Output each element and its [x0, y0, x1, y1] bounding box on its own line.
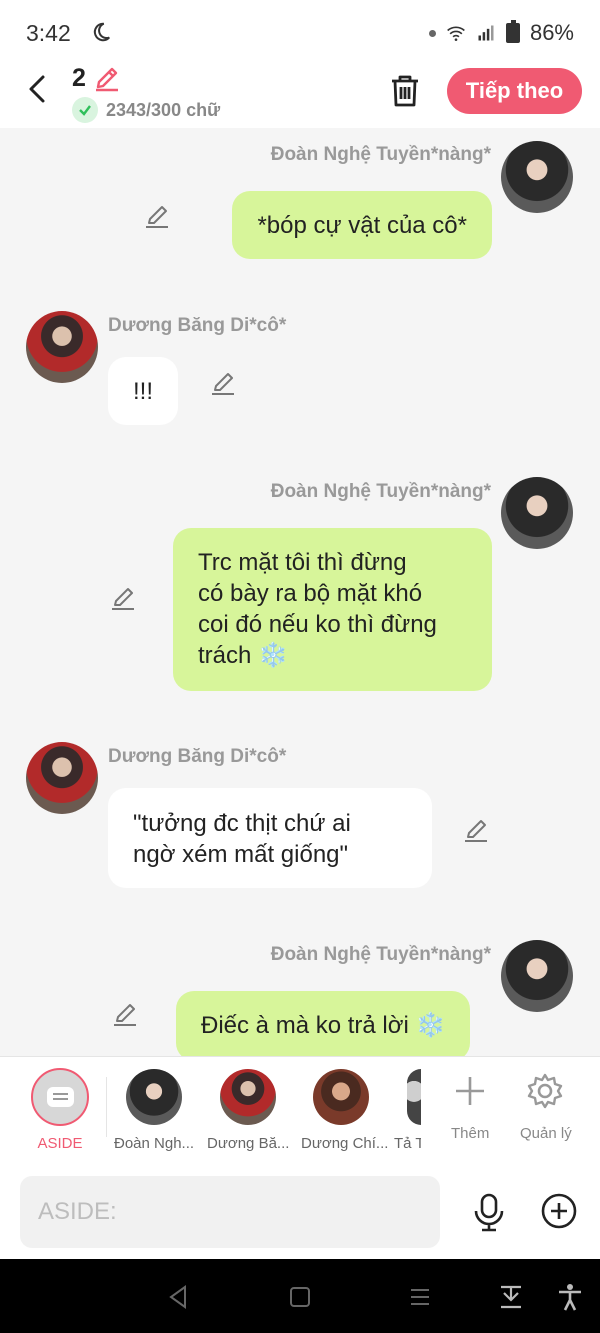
- avatar[interactable]: [501, 940, 573, 1012]
- add-circle-icon[interactable]: [540, 1192, 578, 1230]
- message-bubble[interactable]: !!!: [108, 357, 179, 425]
- input-bar: [0, 1164, 600, 1259]
- edit-title-icon[interactable]: [93, 64, 121, 92]
- add-label: Thêm: [451, 1125, 490, 1142]
- character-bar: ASIDE Đoàn Ngh... Dương Bă... Dương Chí.…: [0, 1056, 600, 1164]
- top-bar: 2 2343/300 chữ Tiếp theo: [0, 64, 600, 128]
- message-input[interactable]: [20, 1176, 440, 1248]
- aside-button[interactable]: [31, 1068, 89, 1126]
- message-bubble[interactable]: *bóp cự vật của cô*: [232, 191, 492, 259]
- nav-back-icon[interactable]: [165, 1283, 193, 1311]
- sender-name: Đoàn Nghệ Tuyền*nàng*: [270, 944, 491, 965]
- word-count-text: 2343/300 chữ: [106, 99, 221, 120]
- plus-icon[interactable]: [450, 1071, 490, 1111]
- divider: [106, 1077, 107, 1137]
- next-button[interactable]: Tiếp theo: [447, 68, 582, 114]
- notification-dot-icon: [428, 29, 436, 37]
- battery-percent: 86%: [529, 20, 574, 45]
- sender-name: Dương Băng Di*cô*: [108, 746, 287, 767]
- signal-icon: [478, 25, 494, 41]
- trash-icon[interactable]: [386, 72, 424, 110]
- character-avatar[interactable]: [220, 1069, 276, 1125]
- character-avatar[interactable]: [407, 1069, 421, 1125]
- character-avatar[interactable]: [126, 1069, 182, 1125]
- avatar[interactable]: [26, 311, 98, 383]
- gear-icon[interactable]: [525, 1071, 565, 1111]
- battery-icon: [505, 20, 520, 43]
- system-nav-bar: [0, 1259, 600, 1333]
- avatar[interactable]: [501, 477, 573, 549]
- status-time: 3:42: [26, 20, 71, 46]
- manage-label: Quản lý: [520, 1125, 572, 1142]
- sender-name: Đoàn Nghệ Tuyền*nàng*: [270, 481, 491, 502]
- message-bubble[interactable]: Điếc à mà ko trả lời ❄️: [176, 991, 471, 1056]
- character-avatar[interactable]: [313, 1069, 369, 1125]
- check-icon: [72, 97, 98, 123]
- avatar[interactable]: [26, 742, 98, 814]
- wifi-icon: [447, 26, 465, 41]
- status-bar: 3:42 86%: [0, 0, 600, 64]
- accessibility-icon[interactable]: [556, 1283, 584, 1311]
- nav-collapse-icon[interactable]: [497, 1283, 525, 1311]
- chat-area: Đoàn Nghệ Tuyền*nàng* *bóp cự vật của cô…: [0, 128, 600, 1056]
- message-text: *bóp cự vật của cô*: [257, 211, 467, 239]
- message-bubble[interactable]: Trc mặt tôi thì đừng có bày ra bộ mặt kh…: [173, 528, 492, 691]
- moon-icon: [93, 22, 110, 42]
- sender-name: Đoàn Nghệ Tuyền*nàng*: [270, 144, 491, 165]
- microphone-icon[interactable]: [472, 1192, 506, 1232]
- message-line: Trc mặt tôi thì đừng: [198, 549, 407, 576]
- character-label: Dương Chí...: [301, 1135, 389, 1152]
- nav-recents-icon[interactable]: [406, 1283, 434, 1311]
- edit-icon[interactable]: [144, 202, 172, 230]
- message-line: coi đó nếu ko thì đừng: [198, 611, 437, 638]
- message-line: "tưởng đc thịt chứ ai: [133, 810, 351, 837]
- avatar[interactable]: [501, 141, 573, 213]
- edit-icon[interactable]: [463, 816, 491, 844]
- sender-name: Dương Băng Di*cô*: [108, 315, 287, 336]
- nav-home-icon[interactable]: [286, 1283, 314, 1311]
- message-text: Điếc à mà ko trả lời ❄️: [201, 1012, 446, 1039]
- message-text: !!!: [133, 377, 154, 405]
- message-line: ngờ xém mất giống": [133, 841, 349, 868]
- chevron-left-icon: [29, 75, 45, 103]
- message-line: trách ❄️: [198, 642, 288, 669]
- chat-bubble-icon: [46, 1087, 74, 1107]
- character-label: Tả T: [394, 1135, 421, 1152]
- message-line: có bày ra bộ mặt khó: [198, 580, 423, 607]
- edit-icon[interactable]: [110, 584, 138, 612]
- scene-count: 2: [72, 64, 86, 92]
- word-counter: 2343/300 chữ: [72, 97, 220, 123]
- status-icons: 86%: [428, 20, 574, 46]
- character-label: Đoàn Ngh...: [114, 1135, 195, 1152]
- back-button[interactable]: [20, 72, 54, 106]
- edit-icon[interactable]: [112, 1000, 140, 1028]
- aside-label: ASIDE: [37, 1135, 83, 1152]
- character-label: Dương Bă...: [207, 1135, 290, 1152]
- message-bubble[interactable]: "tưởng đc thịt chứ ai ngờ xém mất giống": [108, 788, 432, 888]
- edit-icon[interactable]: [210, 369, 238, 397]
